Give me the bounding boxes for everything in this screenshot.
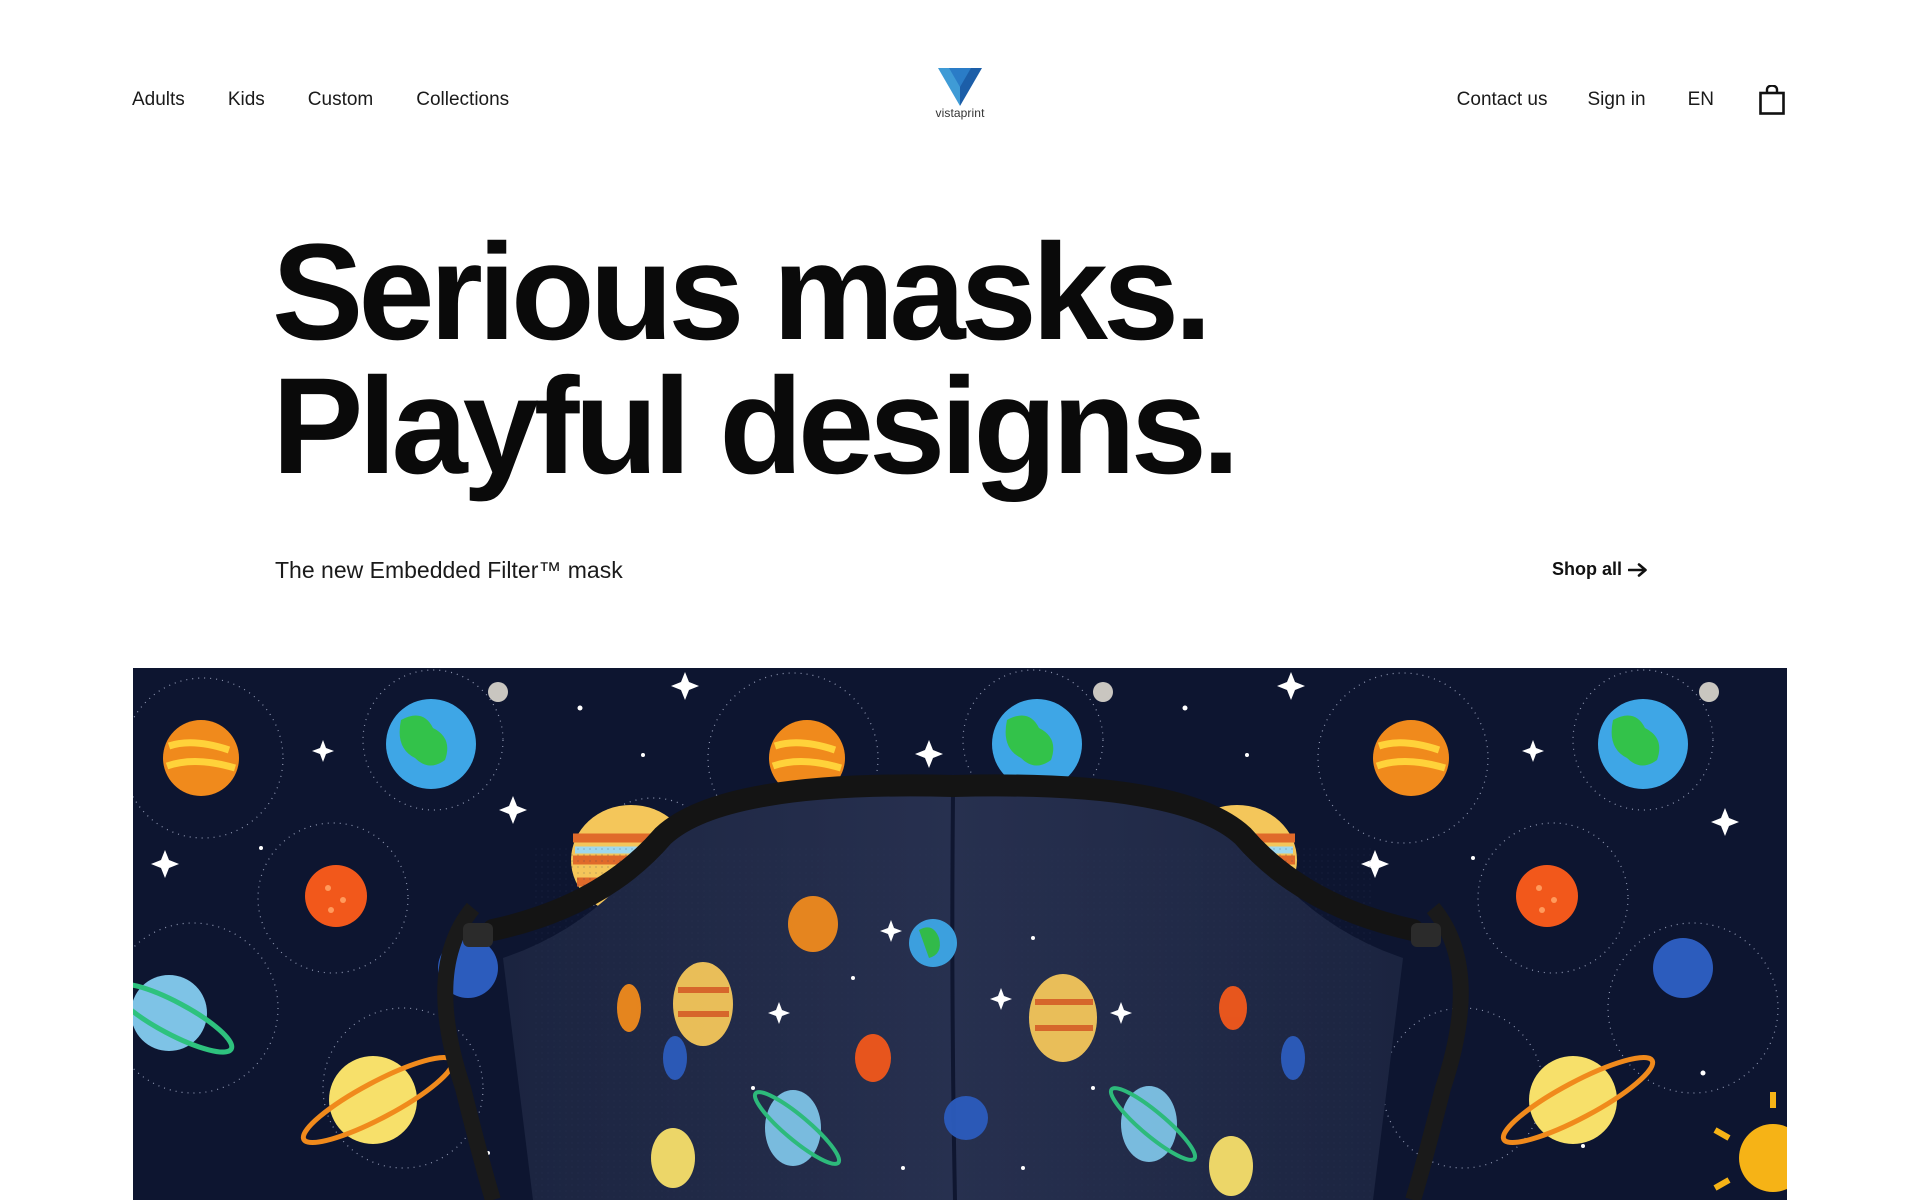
- shop-all-link[interactable]: Shop all: [1552, 559, 1648, 580]
- nav-item-kids[interactable]: Kids: [228, 88, 265, 112]
- hero-title: Serious masks. Playful designs.: [272, 216, 1240, 503]
- vistaprint-logo[interactable]: vistaprint: [928, 68, 992, 132]
- site-header: Adults Kids Custom Collections vistaprin…: [0, 0, 1920, 200]
- mask-pattern-illustration: [133, 668, 1787, 1200]
- logo-wordmark: vistaprint: [935, 106, 985, 120]
- sign-in-link[interactable]: Sign in: [1587, 88, 1645, 112]
- hero-subtitle: The new Embedded Filter™ mask: [275, 557, 623, 583]
- shopping-bag-icon: [1759, 85, 1785, 115]
- shop-all-label: Shop all: [1552, 559, 1623, 579]
- nav-item-collections[interactable]: Collections: [416, 88, 509, 112]
- hero-banner-image[interactable]: [133, 668, 1787, 1200]
- hero-title-line-1: Serious masks.: [272, 216, 1212, 369]
- arrow-right-icon: [1628, 562, 1647, 577]
- hero-title-line-2: Playful designs.: [272, 350, 1240, 503]
- language-selector[interactable]: EN: [1688, 88, 1714, 112]
- vistaprint-logo-icon: [938, 68, 982, 106]
- main-nav: Adults Kids Custom Collections: [132, 88, 509, 112]
- nav-item-custom[interactable]: Custom: [308, 88, 373, 112]
- nav-item-adults[interactable]: Adults: [132, 88, 185, 112]
- utility-nav: Contact us Sign in EN: [1457, 84, 1786, 116]
- cart-button[interactable]: [1758, 84, 1786, 116]
- contact-us-link[interactable]: Contact us: [1457, 88, 1548, 112]
